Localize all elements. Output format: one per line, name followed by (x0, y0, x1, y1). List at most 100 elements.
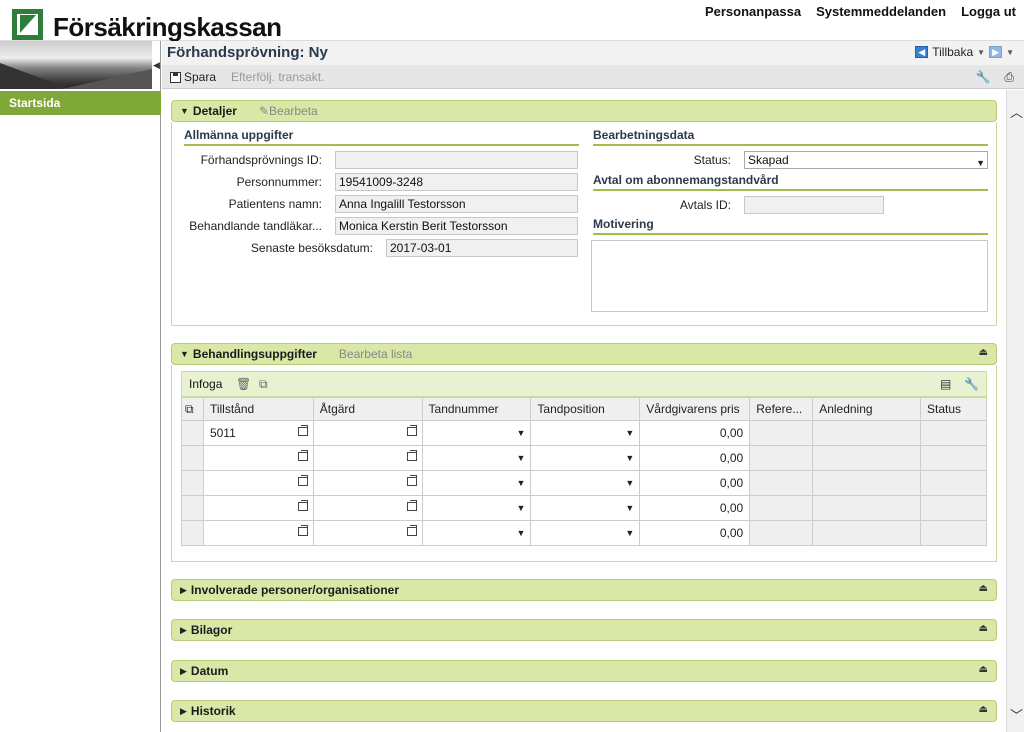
scroll-up-icon[interactable]: ︿ (1010, 102, 1023, 121)
value-help-icon[interactable] (297, 425, 308, 436)
wrench-icon[interactable]: 🔧 (975, 70, 990, 85)
tandposition-cell[interactable]: ▼ (530, 445, 641, 471)
column-header[interactable]: Status (920, 397, 987, 421)
tillstand-cell[interactable]: 5011 (202, 420, 314, 446)
atgard-cell[interactable] (312, 520, 423, 546)
chevron-down-icon[interactable]: ▼ (516, 453, 525, 463)
price-cell[interactable]: 0,00 (639, 520, 751, 546)
atgard-cell[interactable] (312, 445, 423, 471)
tandposition-cell[interactable]: ▼ (530, 470, 641, 496)
chevron-down-icon[interactable]: ▼ (516, 528, 525, 538)
nav-item-startsida[interactable]: Startsida (0, 91, 161, 115)
column-header[interactable]: Anledning (812, 397, 922, 421)
chevron-down-icon[interactable]: ▼ (625, 428, 634, 438)
column-header[interactable]: Åtgärd (312, 397, 423, 421)
chevron-down-icon[interactable]: ▼ (625, 478, 634, 488)
dentist-field[interactable]: Monica Kerstin Berit Testorsson (335, 217, 578, 235)
link-personanpassa[interactable]: Personanpassa (705, 4, 801, 19)
chevron-down-icon[interactable]: ▼ (516, 478, 525, 488)
value-help-icon[interactable] (297, 500, 308, 511)
tandnummer-cell[interactable]: ▼ (421, 470, 532, 496)
value-help-icon[interactable] (297, 475, 308, 486)
tillstand-cell[interactable] (202, 470, 314, 496)
tillstand-cell[interactable] (202, 520, 314, 546)
section-header-datum[interactable]: ▶ Datum ⏏ (171, 660, 997, 682)
tandnummer-cell[interactable]: ▼ (421, 495, 532, 521)
forhandsprovning-id-field[interactable] (335, 151, 578, 169)
value-help-icon[interactable] (297, 525, 308, 536)
price-cell[interactable]: 0,00 (639, 420, 751, 446)
tandposition-cell[interactable]: ▼ (530, 520, 641, 546)
insert-button[interactable]: Infoga (189, 377, 222, 391)
edit-button[interactable]: ✎Bearbeta (259, 104, 318, 118)
value-help-icon[interactable] (406, 450, 417, 461)
back-dropdown-icon[interactable]: ▼ (977, 48, 985, 57)
collapse-icon[interactable]: ⏏ (979, 664, 988, 675)
section-header-behandlingsuppgifter[interactable]: ▼ Behandlingsuppgifter Bearbeta lista ⏏ (171, 343, 997, 365)
agreement-id-field[interactable] (744, 196, 884, 214)
scroll-down-icon[interactable]: ﹀ (1010, 705, 1023, 724)
row-selector[interactable] (181, 445, 204, 471)
motivation-textarea[interactable] (591, 240, 988, 312)
chevron-down-icon[interactable]: ▼ (516, 428, 525, 438)
collapse-icon[interactable]: ⏏ (979, 347, 988, 358)
collapse-icon[interactable]: ⏏ (979, 704, 988, 715)
back-icon[interactable]: ◀ (915, 46, 929, 58)
copy-icon[interactable]: ⧉ (259, 377, 268, 392)
follow-transaction-button[interactable]: Efterfölj. transakt. (231, 70, 324, 84)
chevron-down-icon[interactable]: ▼ (625, 503, 634, 513)
chevron-down-icon[interactable]: ▼ (625, 528, 634, 538)
price-cell[interactable]: 0,00 (639, 445, 751, 471)
forward-icon[interactable]: ▶ (989, 46, 1003, 58)
print-icon[interactable]: ⎙ (1004, 70, 1014, 85)
personnummer-field[interactable]: 19541009-3248 (335, 173, 578, 191)
export-icon[interactable]: ▤ (940, 377, 951, 391)
column-header[interactable]: Tillstånd (202, 397, 314, 421)
column-header[interactable]: Vårdgivarens pris (639, 397, 751, 421)
value-help-icon[interactable] (406, 425, 417, 436)
tillstand-cell[interactable] (202, 445, 314, 471)
column-header[interactable]: Refere... (749, 397, 814, 421)
atgard-cell[interactable] (312, 420, 423, 446)
row-selector[interactable] (181, 495, 204, 521)
chevron-down-icon[interactable]: ▼ (625, 453, 634, 463)
atgard-cell[interactable] (312, 470, 423, 496)
collapse-icon[interactable]: ⏏ (979, 623, 988, 634)
section-header-involverade[interactable]: ▶ Involverade personer/organisationer ⏏ (171, 579, 997, 601)
value-help-icon[interactable] (297, 450, 308, 461)
tandnummer-cell[interactable]: ▼ (421, 520, 532, 546)
link-systemmeddelanden[interactable]: Systemmeddelanden (816, 4, 946, 19)
patient-name-field[interactable]: Anna Ingalill Testorsson (335, 195, 578, 213)
column-header[interactable]: Tandnummer (421, 397, 532, 421)
row-selector[interactable] (181, 470, 204, 496)
row-selector[interactable] (181, 420, 204, 446)
value-help-icon[interactable] (406, 475, 417, 486)
price-cell[interactable]: 0,00 (639, 470, 751, 496)
atgard-cell[interactable] (312, 495, 423, 521)
select-all-icon[interactable]: ⧉ (181, 397, 204, 421)
back-button[interactable]: Tillbaka (932, 45, 973, 59)
edit-list-button[interactable]: Bearbeta lista (339, 347, 412, 361)
settings-wrench-icon[interactable]: 🔧 (964, 377, 979, 391)
tandposition-cell[interactable]: ▼ (530, 420, 641, 446)
vertical-scrollbar[interactable]: ︿ ﹀ (1006, 90, 1024, 732)
row-selector[interactable] (181, 520, 204, 546)
section-header-bilagor[interactable]: ▶ Bilagor ⏏ (171, 619, 997, 641)
tandnummer-cell[interactable]: ▼ (421, 420, 532, 446)
save-button[interactable]: Spara (170, 70, 216, 84)
collapse-nav-icon[interactable]: ◀ (152, 55, 161, 75)
trash-icon[interactable]: 🗑 (236, 377, 251, 391)
last-visit-date-field[interactable]: 2017-03-01 (386, 239, 578, 257)
link-logga-ut[interactable]: Logga ut (961, 4, 1016, 19)
section-header-historik[interactable]: ▶ Historik ⏏ (171, 700, 997, 722)
forward-dropdown-icon[interactable]: ▼ (1006, 48, 1014, 57)
value-help-icon[interactable] (406, 500, 417, 511)
chevron-down-icon[interactable]: ▼ (976, 155, 985, 168)
tillstand-cell[interactable] (202, 495, 314, 521)
section-header-detaljer[interactable]: ▼ Detaljer ✎Bearbeta (171, 100, 997, 122)
collapse-icon[interactable]: ⏏ (979, 583, 988, 594)
tandnummer-cell[interactable]: ▼ (421, 445, 532, 471)
status-select[interactable]: Skapad ▼ (744, 151, 988, 169)
tandposition-cell[interactable]: ▼ (530, 495, 641, 521)
value-help-icon[interactable] (406, 525, 417, 536)
